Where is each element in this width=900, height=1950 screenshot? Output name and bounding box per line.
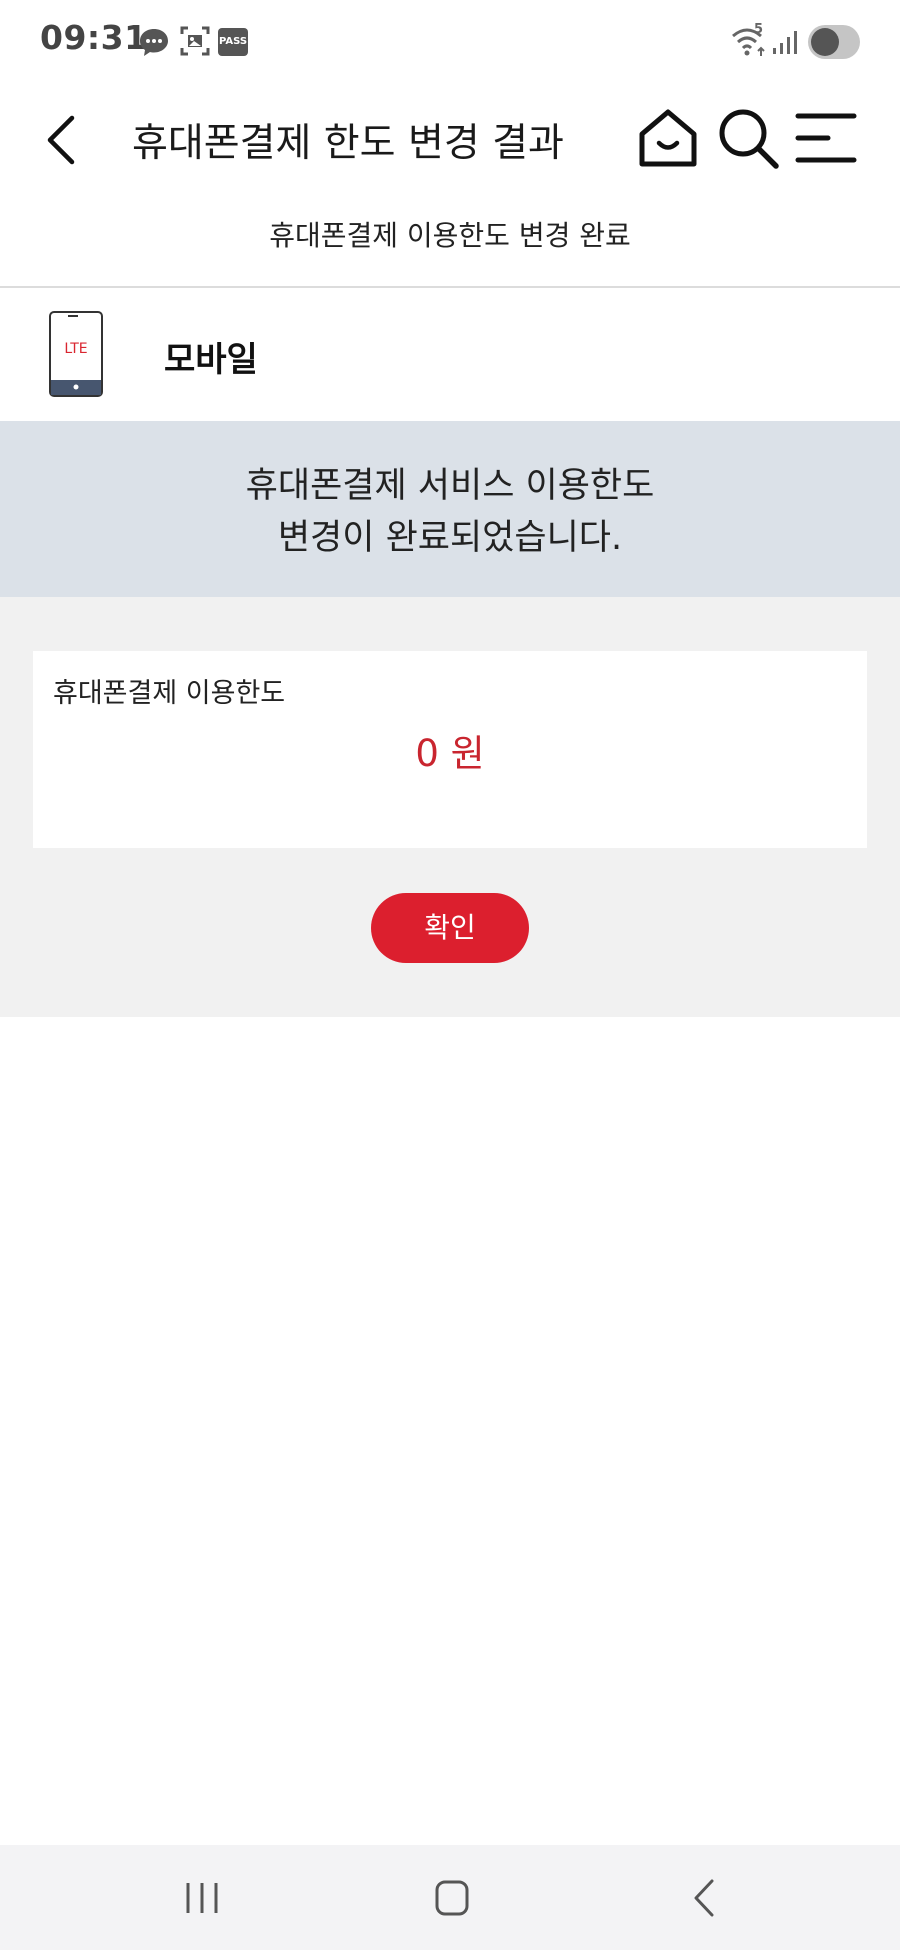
chat-bubble-icon	[140, 29, 168, 56]
limit-value: 0 원	[415, 732, 485, 775]
lte-phone-icon: LTE	[49, 311, 103, 397]
system-nav-bar	[0, 1845, 900, 1950]
status-bar: 09:31 PASS 5	[0, 0, 900, 86]
gallery-icon	[180, 26, 210, 56]
limit-card: 휴대폰결제 이용한도 0 원	[33, 651, 867, 848]
page-subtitle: 휴대폰결제 이용한도 변경 완료	[269, 219, 631, 252]
home-icon[interactable]	[632, 102, 704, 174]
device-row: LTE 모바일	[0, 288, 900, 421]
search-icon[interactable]	[712, 102, 784, 174]
home-nav-icon[interactable]	[422, 1873, 482, 1923]
confirm-button[interactable]: 확인	[371, 893, 529, 963]
recent-apps-icon[interactable]	[172, 1873, 232, 1923]
screen: 09:31 PASS 5 휴대폰결제 한도 변경 결과 휴대폰결제 이용한도 변…	[0, 0, 900, 1950]
result-banner: 휴대폰결제 서비스 이용한도 변경이 완료되었습니다.	[0, 421, 900, 597]
pass-app-icon: PASS	[218, 28, 248, 56]
signal-icon	[773, 31, 797, 54]
banner-line-2: 변경이 완료되었습니다.	[277, 518, 623, 558]
toggle-icon	[808, 25, 860, 59]
content-area: 휴대폰결제 이용한도 0 원 확인	[0, 597, 900, 1017]
banner-line-1: 휴대폰결제 서비스 이용한도	[245, 466, 655, 506]
lte-label: LTE	[64, 341, 87, 357]
menu-icon[interactable]	[790, 102, 862, 174]
limit-label: 휴대폰결제 이용한도	[53, 678, 286, 709]
pass-label: PASS	[218, 36, 248, 47]
back-icon[interactable]	[36, 106, 100, 170]
status-time: 09:31	[40, 18, 148, 57]
app-header: 휴대폰결제 한도 변경 결과	[0, 86, 900, 190]
wifi-label: 5	[754, 22, 764, 37]
device-name: 모바일	[164, 340, 258, 380]
page-title: 휴대폰결제 한도 변경 결과	[132, 121, 564, 166]
back-nav-icon[interactable]	[676, 1873, 736, 1923]
